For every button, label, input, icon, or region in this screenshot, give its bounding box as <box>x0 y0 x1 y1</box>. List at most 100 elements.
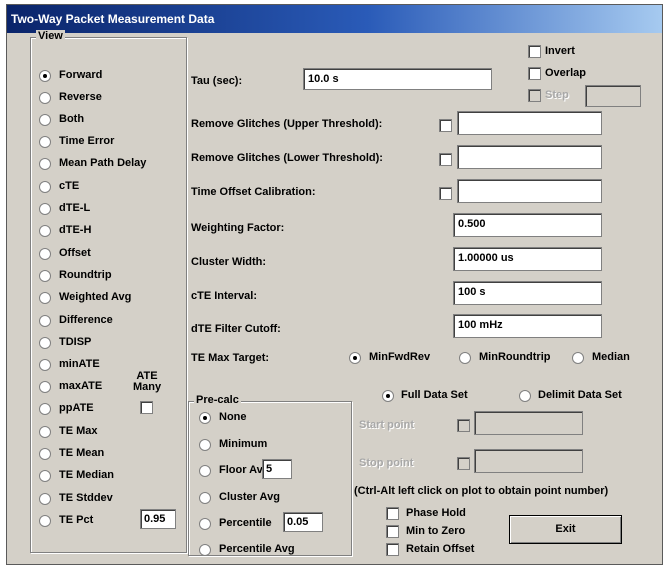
view-label-dte-h: dTE-H <box>59 224 92 236</box>
glitch-upper-label: Remove Glitches (Upper Threshold): <box>191 118 383 130</box>
dte-cutoff-input[interactable]: 100 mHz <box>453 314 602 338</box>
view-label-te-pct: TE Pct <box>59 514 94 526</box>
tau-input[interactable]: 10.0 s <box>303 68 492 90</box>
view-radio-te-mean[interactable] <box>39 448 51 460</box>
te-target-radio-minroundtrip[interactable] <box>459 352 471 364</box>
phase-hold-checkbox[interactable] <box>386 507 399 520</box>
glitch-lower-checkbox[interactable] <box>439 153 452 166</box>
dataset-label-delimit: Delimit Data Set <box>538 389 622 401</box>
precalc-label-none: None <box>219 411 247 423</box>
view-radio-dte-h[interactable] <box>39 225 51 237</box>
window-title: Two-Way Packet Measurement Data <box>11 12 215 26</box>
view-label-forward: Forward <box>59 69 103 81</box>
stop-point-input[interactable] <box>474 449 583 473</box>
view-label-roundtrip: Roundtrip <box>59 269 112 281</box>
view-label-ppate: ppATE <box>59 402 94 414</box>
floor-avg-input[interactable]: 5 <box>262 459 292 479</box>
overlap-checkbox[interactable] <box>528 67 541 80</box>
weighting-input[interactable]: 0.500 <box>453 213 602 237</box>
min-to-zero-checkbox[interactable] <box>386 525 399 538</box>
view-radio-reverse[interactable] <box>39 92 51 104</box>
precalc-radio-cluster-avg[interactable] <box>199 492 211 504</box>
view-label-minate: minATE <box>59 358 100 370</box>
step-input[interactable] <box>585 85 641 107</box>
te-pct-input[interactable]: 0.95 <box>140 509 176 529</box>
view-radio-forward[interactable] <box>39 70 51 82</box>
precalc-radio-floor-avg[interactable] <box>199 465 211 477</box>
view-radio-both[interactable] <box>39 114 51 126</box>
precalc-label-cluster-avg: Cluster Avg <box>219 491 280 503</box>
glitch-upper-checkbox[interactable] <box>439 119 452 132</box>
view-label-cte: cTE <box>59 180 80 192</box>
view-radio-te-max[interactable] <box>39 426 51 438</box>
exit-button[interactable]: Exit <box>509 515 622 544</box>
invert-label: Invert <box>545 45 575 57</box>
view-radio-ppate[interactable] <box>39 403 51 415</box>
view-label-dte-l: dTE-L <box>59 202 91 214</box>
dte-cutoff-label: dTE Filter Cutoff: <box>191 323 281 335</box>
view-legend: View <box>36 30 65 42</box>
cluster-width-input[interactable]: 1.00000 us <box>453 247 602 271</box>
precalc-radio-percentile-avg[interactable] <box>199 544 211 556</box>
dataset-radio-full[interactable] <box>382 390 394 402</box>
te-target-label-minfwdrev: MinFwdRev <box>369 351 431 363</box>
view-label-te-mean: TE Mean <box>59 447 105 459</box>
start-point-checkbox[interactable] <box>457 419 470 432</box>
precalc-radio-minimum[interactable] <box>199 439 211 451</box>
time-offset-label: Time Offset Calibration: <box>191 186 316 198</box>
view-radio-cte[interactable] <box>39 181 51 193</box>
view-radio-mean-path-delay[interactable] <box>39 158 51 170</box>
invert-checkbox[interactable] <box>528 45 541 58</box>
precalc-label-percentile-avg: Percentile Avg <box>219 543 295 555</box>
retain-offset-label: Retain Offset <box>406 543 475 555</box>
start-point-input[interactable] <box>474 411 583 435</box>
cte-interval-label: cTE Interval: <box>191 290 258 302</box>
view-radio-weighted-avg[interactable] <box>39 292 51 304</box>
dataset-radio-delimit[interactable] <box>519 390 531 402</box>
view-radio-tdisp[interactable] <box>39 337 51 349</box>
view-radio-te-median[interactable] <box>39 470 51 482</box>
dataset-label-full: Full Data Set <box>401 389 468 401</box>
phase-hold-label: Phase Hold <box>406 507 466 519</box>
stop-point-checkbox[interactable] <box>457 457 470 470</box>
precalc-radio-percentile[interactable] <box>199 518 211 530</box>
precalc-label-percentile: Percentile <box>219 517 272 529</box>
weighting-label: Weighting Factor: <box>191 222 285 234</box>
view-label-te-stddev: TE Stddev <box>59 492 113 504</box>
percentile-input[interactable]: 0.05 <box>283 512 323 532</box>
cte-interval-input[interactable]: 100 s <box>453 281 602 305</box>
view-label-difference: Difference <box>59 314 113 326</box>
view-label-offset: Offset <box>59 247 91 259</box>
glitch-lower-input[interactable] <box>457 145 602 169</box>
view-label-maxate: maxATE <box>59 380 103 392</box>
view-label-time-error: Time Error <box>59 135 115 147</box>
view-label-both: Both <box>59 113 85 125</box>
step-label: Step <box>545 89 569 101</box>
retain-offset-checkbox[interactable] <box>386 543 399 556</box>
view-radio-roundtrip[interactable] <box>39 270 51 282</box>
view-radio-minate[interactable] <box>39 359 51 371</box>
view-radio-te-stddev[interactable] <box>39 493 51 505</box>
precalc-radio-none[interactable] <box>199 412 211 424</box>
te-target-radio-minfwdrev[interactable] <box>349 352 361 364</box>
view-radio-offset[interactable] <box>39 248 51 260</box>
precalc-label-minimum: Minimum <box>219 438 268 450</box>
step-checkbox[interactable] <box>528 89 541 102</box>
ate-many-checkbox[interactable] <box>140 401 153 414</box>
cluster-width-label: Cluster Width: <box>191 256 267 268</box>
te-target-radio-median[interactable] <box>572 352 584 364</box>
time-offset-input[interactable] <box>457 179 602 203</box>
precalc-legend: Pre-calc <box>194 394 241 406</box>
start-point-label: Start point <box>359 419 414 431</box>
view-label-reverse: Reverse <box>59 91 102 103</box>
view-radio-te-pct[interactable] <box>39 515 51 527</box>
view-label-weighted-avg: Weighted Avg <box>59 291 132 303</box>
point-hint-text: (Ctrl-Alt left click on plot to obtain p… <box>354 485 609 497</box>
view-radio-time-error[interactable] <box>39 136 51 148</box>
view-radio-dte-l[interactable] <box>39 203 51 215</box>
time-offset-checkbox[interactable] <box>439 187 452 200</box>
view-label-mean-path-delay: Mean Path Delay <box>59 157 147 169</box>
view-radio-maxate[interactable] <box>39 381 51 393</box>
view-radio-difference[interactable] <box>39 315 51 327</box>
glitch-upper-input[interactable] <box>457 111 602 135</box>
